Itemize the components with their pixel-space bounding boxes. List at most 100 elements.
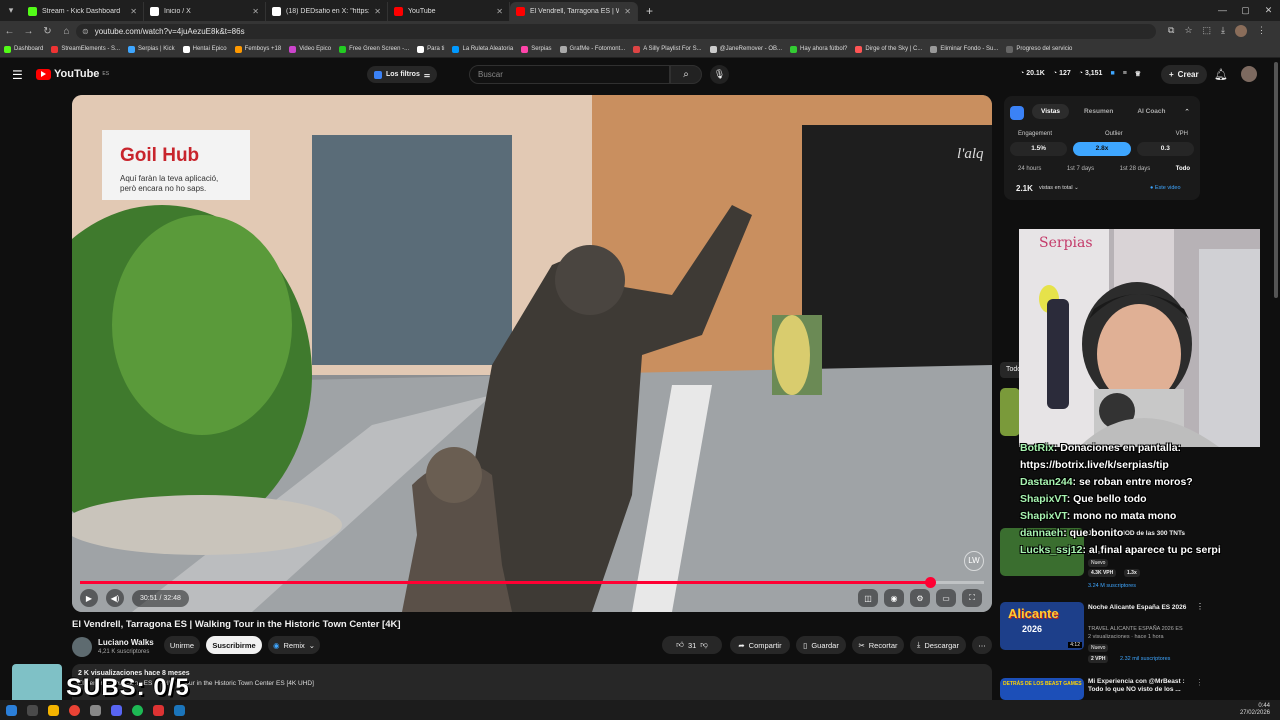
extensions-icon[interactable]: ⬚	[1203, 25, 1212, 37]
recommendation-item[interactable]: Alicante 2026 4:12 Noche Alicante España…	[1000, 602, 1204, 668]
page-scrollbar[interactable]	[1274, 62, 1278, 298]
autoplay-toggle-icon[interactable]: ◉	[884, 589, 904, 607]
chrome-icon[interactable]	[69, 704, 80, 716]
youtube-logo[interactable]: YouTube ES	[36, 68, 109, 80]
play-button[interactable]: ▶	[80, 589, 98, 607]
video-thumbnail[interactable]: DETRÁS DE LOS BEAST GAMES	[1000, 678, 1084, 700]
bookmark-item[interactable]: @JaneRemover - OB...	[709, 45, 782, 53]
subscribe-button[interactable]: Suscribirme	[206, 636, 262, 654]
search-icon[interactable]	[27, 704, 38, 716]
more-actions-button[interactable]: ⋯	[972, 636, 992, 654]
fullscreen-icon[interactable]: ⛶	[962, 589, 982, 607]
url-field[interactable]: ⊜ youtube.com/watch?v=4juAezuE8k&t=86s	[76, 23, 1156, 39]
reload-icon[interactable]: ↻	[38, 26, 57, 37]
menu-icon[interactable]: ⋮	[1257, 25, 1266, 37]
extension-icon[interactable]: ■	[1110, 70, 1114, 78]
extension-player-icon[interactable]: ◫	[858, 589, 878, 607]
thumbs-up-icon[interactable]: 👍︎	[676, 640, 684, 650]
tab-youtube[interactable]: YouTube ✕	[388, 2, 510, 21]
spotify-icon[interactable]	[132, 704, 143, 716]
channel-name[interactable]: Luciano Walks	[98, 638, 154, 647]
remix-button[interactable]: ◉ Remix ⌄	[268, 636, 320, 654]
channel-watermark[interactable]: LW	[964, 551, 984, 571]
bookmark-item[interactable]: StreamElements - S...	[51, 45, 120, 53]
tab-search-icon[interactable]: ▾	[0, 0, 22, 21]
bookmark-item[interactable]: GrafMe - Fotomont...	[559, 45, 625, 53]
bookmark-item[interactable]: Hay ahora fútbol?	[790, 45, 847, 53]
range-7d[interactable]: 1st 7 days	[1067, 166, 1094, 172]
scrubber-handle[interactable]	[924, 577, 936, 588]
bookmark-item[interactable]: Video Epico	[289, 45, 331, 53]
tab-vistas[interactable]: Vistas	[1032, 104, 1070, 119]
views-select[interactable]: vistas en total ⌄	[1039, 185, 1079, 191]
progress-bar[interactable]	[80, 577, 984, 588]
discord-icon[interactable]	[111, 704, 122, 716]
tab-x-home[interactable]: Inicio / X ✕	[144, 2, 266, 21]
video-player[interactable]: Goil Hub Aquí faràn la teva aplicació, p…	[72, 95, 992, 612]
forward-icon[interactable]: →	[19, 26, 38, 37]
bookmark-item[interactable]: Progreso del servicio	[1006, 45, 1072, 53]
bookmark-item[interactable]: La Ruleta Aleatoria	[452, 45, 513, 53]
close-icon[interactable]: ✕	[130, 7, 137, 16]
join-button[interactable]: Unirme	[164, 636, 200, 654]
tab-resumen[interactable]: Resumen	[1075, 104, 1122, 119]
search-button[interactable]: ⌕	[670, 65, 702, 84]
more-options-icon[interactable]: ⋮	[1196, 678, 1200, 687]
collapse-icon[interactable]: ⌃	[1184, 108, 1190, 116]
download-button[interactable]: ⤓ Descargar	[910, 636, 966, 654]
theater-mode-icon[interactable]: ▭	[936, 589, 956, 607]
recommendation-item[interactable]: DETRÁS DE LOS BEAST GAMES Mi Experiencia…	[1000, 678, 1200, 700]
video-thumbnail[interactable]: Alicante 2026 4:12	[1000, 602, 1084, 650]
maximize-icon[interactable]: ▢	[1234, 0, 1257, 21]
tab-ai-coach[interactable]: AI Coach	[1128, 104, 1174, 119]
cast-icon[interactable]: ⧉	[1168, 25, 1174, 37]
bookmark-item[interactable]: Serpias	[521, 45, 552, 53]
tab-kick[interactable]: Stream - Kick Dashboard ✕	[22, 2, 144, 21]
back-icon[interactable]: ←	[0, 26, 19, 37]
create-button[interactable]: + Crear	[1161, 65, 1207, 84]
save-button[interactable]: ▯ Guardar	[796, 636, 846, 654]
clip-button[interactable]: ✂ Recortar	[852, 636, 904, 654]
close-window-icon[interactable]: ✕	[1257, 0, 1280, 21]
stack-icon[interactable]: ≡	[1123, 70, 1127, 78]
video-thumbnail[interactable]	[1000, 388, 1020, 436]
steam-icon[interactable]	[174, 704, 185, 716]
account-avatar[interactable]	[1241, 66, 1257, 82]
thumbs-down-icon[interactable]: 👎︎	[700, 640, 708, 650]
close-icon[interactable]: ✕	[496, 7, 503, 16]
bookmark-item[interactable]: Serpias | Kick	[128, 45, 175, 53]
rec-title[interactable]: Mi Experiencia con @MrBeast : Todo lo qu…	[1088, 678, 1192, 694]
trophy-icon[interactable]: ♕	[1135, 70, 1141, 78]
bookmark-item[interactable]: Dirge of the Sky | C...	[855, 45, 922, 53]
bookmark-item[interactable]: Femboys +18	[234, 45, 281, 53]
app-icon[interactable]	[153, 704, 164, 716]
tab-video[interactable]: El Vendrell, Tarragona ES | Walk ✕	[510, 2, 638, 21]
volume-button[interactable]: ◀)	[106, 589, 124, 607]
close-icon[interactable]: ✕	[252, 7, 259, 16]
bookmark-item[interactable]: Dashboard	[4, 45, 43, 53]
share-button[interactable]: ➦ Compartir	[730, 636, 790, 654]
bookmark-item[interactable]: Eliminar Fondo - Su...	[930, 45, 998, 53]
like-dislike-group[interactable]: 👍︎ 31 👎︎	[662, 636, 722, 654]
search-input[interactable]: Buscar	[469, 65, 670, 84]
download-icon[interactable]: ⤓	[1221, 25, 1225, 37]
bookmark-item[interactable]: Free Green Screen -...	[339, 45, 409, 53]
new-tab-button[interactable]: +	[638, 4, 661, 18]
bookmark-item[interactable]: A Silly Playlist For S...	[633, 45, 702, 53]
tab-x-post[interactable]: (18) DEDsafio en X: "https://t.co ✕	[266, 2, 388, 21]
settings-gear-icon[interactable]: ⚙	[910, 589, 930, 607]
windows-start-icon[interactable]	[6, 704, 17, 716]
range-all[interactable]: Todo	[1176, 166, 1190, 172]
star-icon[interactable]: ☆	[1184, 25, 1192, 37]
system-clock[interactable]: 0:44 27/02/2026	[1240, 703, 1270, 717]
voice-search-button[interactable]: 🎙	[710, 65, 729, 84]
site-info-icon[interactable]: ⊜	[82, 27, 89, 36]
close-icon[interactable]: ✕	[374, 7, 381, 16]
rec-title[interactable]: Noche Alicante España ES 2026	[1088, 604, 1192, 612]
close-icon[interactable]: ✕	[624, 7, 631, 16]
rec-channel[interactable]: TRAVEL ALICANTE ESPAÑA 2026 ES	[1088, 626, 1183, 632]
minimize-icon[interactable]: —	[1211, 0, 1234, 21]
hamburger-menu-icon[interactable]: ☰	[12, 68, 23, 82]
file-explorer-icon[interactable]	[48, 704, 59, 716]
filters-button[interactable]: Los filtros ⚌	[367, 66, 438, 83]
